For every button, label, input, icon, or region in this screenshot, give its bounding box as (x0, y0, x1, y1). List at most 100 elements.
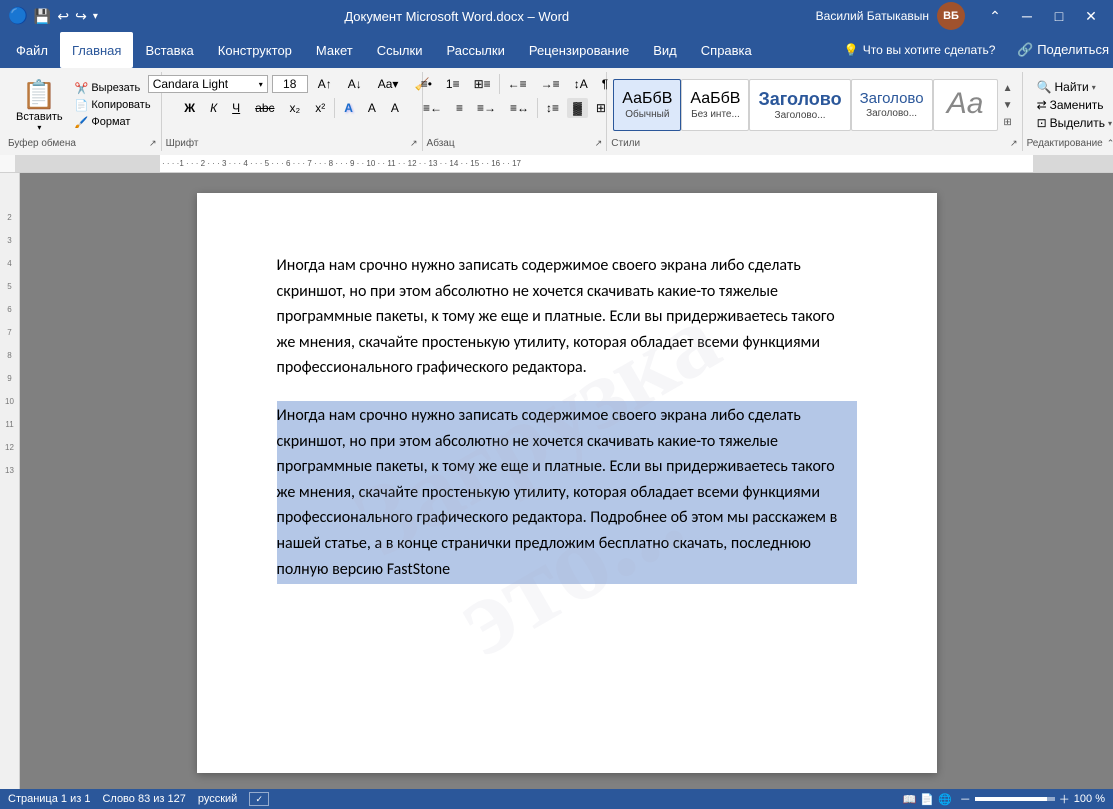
menu-file[interactable]: Файл (4, 32, 60, 68)
copy-label: Копировать (91, 99, 150, 111)
zoom-out-button[interactable]: － (960, 791, 971, 807)
font-expand-icon[interactable]: ↗ (410, 138, 418, 149)
style-h1[interactable]: Заголово Заголово... (749, 79, 850, 131)
menu-home[interactable]: Главная (60, 32, 133, 68)
close-button[interactable]: ✕ (1077, 2, 1105, 30)
style-h1-label: Заголово... (775, 110, 826, 121)
document-scroll-area[interactable]: Загрузка это... Иногда нам срочно нужно … (20, 173, 1113, 789)
style-nospace[interactable]: АаБбВ Без инте... (681, 79, 749, 131)
strikethrough-button[interactable]: abc (249, 98, 280, 118)
save-button[interactable]: 💾 (34, 8, 51, 25)
user-avatar[interactable]: ВБ (937, 2, 965, 30)
view-buttons: 📖 📄 🌐 (903, 793, 952, 806)
menu-help[interactable]: Справка (689, 32, 764, 68)
find-button[interactable]: 🔍 Найти ▾ (1033, 79, 1113, 95)
style-bigcap[interactable]: Аа (933, 79, 998, 131)
replace-button[interactable]: ⇄ Заменить (1033, 97, 1113, 113)
menu-design[interactable]: Конструктор (206, 32, 304, 68)
redo-button[interactable]: ↪ (75, 8, 87, 25)
spelling-check-icon[interactable]: ✓ (249, 792, 269, 806)
align-center-button[interactable]: ≡ (450, 98, 469, 118)
cut-button[interactable]: ✂️ Вырезать (71, 81, 155, 96)
bullets-button[interactable]: ≡• (415, 74, 438, 94)
style-normal[interactable]: АаБбВ Обычный (613, 79, 681, 131)
page-info: Страница 1 из 1 (8, 793, 90, 805)
web-view-button[interactable]: 🌐 (938, 793, 952, 806)
editing-group: 🔍 Найти ▾ ⇄ Заменить ⊡ Выделить ▾ (1023, 72, 1113, 151)
change-case-button[interactable]: Aa▾ (372, 74, 405, 94)
ribbon-content: 📋 Вставить ▾ ✂️ Вырезать 📄 Копировать 🖌️ (0, 68, 1113, 155)
word-icon: 🔵 (8, 6, 28, 26)
menu-layout[interactable]: Макет (304, 32, 365, 68)
subscript-button[interactable]: x₂ (284, 98, 307, 118)
title-bar: 🔵 💾 ↩ ↪ ▾ Документ Microsoft Word.docx –… (0, 0, 1113, 32)
font-color-button[interactable]: A (385, 98, 405, 118)
menu-review[interactable]: Рецензирование (517, 32, 641, 68)
find-label: Найти (1055, 80, 1089, 94)
styles-scroll-up[interactable]: ▲ (1000, 80, 1016, 96)
ribbon-toggle-button[interactable]: ⌃ (981, 2, 1009, 30)
title-bar-left: 🔵 💾 ↩ ↪ ▾ (8, 6, 98, 26)
zoom-slider[interactable] (975, 797, 1055, 801)
paragraph-group-content: ≡• 1≡ ⊞≡ ←≡ →≡ ↕A ¶ ≡← ≡ ≡→ ≡↔ ↕≡ ▓ (427, 72, 603, 138)
numbering-button[interactable]: 1≡ (440, 74, 466, 94)
styles-scroll-down[interactable]: ▼ (1000, 97, 1016, 113)
menu-bar: Файл Главная Вставка Конструктор Макет С… (0, 32, 1113, 68)
bold-button[interactable]: Ж (178, 98, 201, 118)
format-painter-button[interactable]: 🖌️ Формат (71, 115, 155, 130)
style-bigcap-preview: Аа (947, 89, 984, 119)
font-name-selector[interactable]: Candara Light ▾ (148, 75, 268, 93)
paste-dropdown[interactable]: ▾ (37, 123, 41, 132)
style-h2[interactable]: Заголово Заголово... (851, 79, 933, 131)
decrease-indent-button[interactable]: ←≡ (502, 74, 533, 94)
search-what-to-do[interactable]: 💡 Что вы хотите сделать? (834, 39, 1006, 61)
text-effect-button[interactable]: A (338, 98, 359, 118)
justify-button[interactable]: ≡↔ (504, 98, 535, 118)
zoom-in-button[interactable]: ＋ (1059, 791, 1070, 807)
read-view-button[interactable]: 📖 (903, 793, 917, 806)
format-icon: 🖌️ (75, 116, 89, 129)
shading-button[interactable]: ▓ (567, 98, 588, 118)
font-size-selector[interactable]: 18 (272, 75, 308, 93)
align-right-button[interactable]: ≡→ (471, 98, 502, 118)
share-button[interactable]: 🔗 Поделиться (1017, 42, 1109, 58)
zoom-percent: 100 % (1074, 793, 1105, 805)
language-indicator[interactable]: русский (198, 793, 237, 805)
scissors-icon: ✂️ (75, 82, 89, 95)
find-dropdown-icon: ▾ (1092, 83, 1096, 92)
superscript-button[interactable]: x² (309, 98, 331, 118)
ribbon: 📋 Вставить ▾ ✂️ Вырезать 📄 Копировать 🖌️ (0, 68, 1113, 155)
grow-font-button[interactable]: A↑ (312, 74, 338, 94)
line-spacing-button[interactable]: ↕≡ (540, 98, 565, 118)
copy-button[interactable]: 📄 Копировать (71, 98, 155, 113)
undo-button[interactable]: ↩ (57, 8, 69, 25)
styles-more[interactable]: ⊞ (1000, 114, 1016, 130)
multilevel-button[interactable]: ⊞≡ (468, 74, 497, 94)
menu-mailings[interactable]: Рассылки (434, 32, 516, 68)
menu-insert[interactable]: Вставка (133, 32, 205, 68)
select-button[interactable]: ⊡ Выделить ▾ (1033, 115, 1113, 131)
print-view-button[interactable]: 📄 (920, 793, 934, 806)
replace-label: Заменить (1050, 98, 1104, 112)
sort-button[interactable]: ↕A (568, 74, 594, 94)
highlight-color-button[interactable]: A (362, 98, 382, 118)
editing-collapse-icon[interactable]: ⌃ (1107, 138, 1113, 149)
shrink-font-button[interactable]: A↓ (342, 74, 368, 94)
align-left-button[interactable]: ≡← (417, 98, 448, 118)
clipboard-expand-icon[interactable]: ↗ (149, 138, 157, 149)
status-right: 📖 📄 🌐 － ＋ 100 % (903, 791, 1105, 807)
style-h2-preview: Заголово (860, 91, 924, 106)
menu-view[interactable]: Вид (641, 32, 689, 68)
font-name-text: Candara Light (153, 77, 259, 91)
maximize-button[interactable]: □ (1045, 2, 1073, 30)
style-normal-preview: АаБбВ (622, 91, 672, 107)
increase-indent-button[interactable]: →≡ (535, 74, 566, 94)
menu-references[interactable]: Ссылки (365, 32, 435, 68)
minimize-button[interactable]: ─ (1013, 2, 1041, 30)
underline-button[interactable]: Ч (226, 98, 246, 118)
paste-button[interactable]: 📋 Вставить ▾ (10, 74, 69, 136)
styles-expand-icon[interactable]: ↗ (1010, 138, 1018, 149)
paragraph-expand-icon[interactable]: ↗ (595, 138, 603, 149)
italic-button[interactable]: К (204, 98, 223, 118)
clipboard-small-buttons: ✂️ Вырезать 📄 Копировать 🖌️ Формат (71, 81, 155, 130)
